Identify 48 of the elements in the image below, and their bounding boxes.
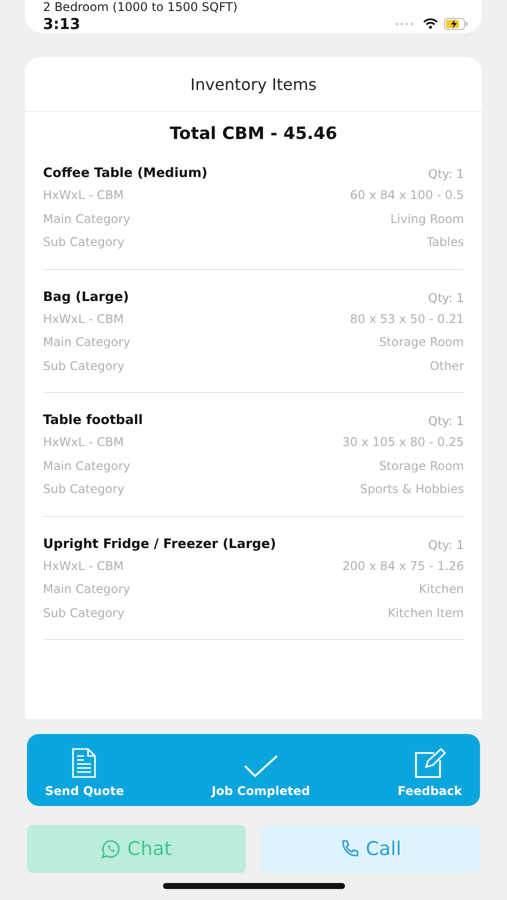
action-button[interactable]: Send Quote <box>35 734 134 806</box>
detail-value: 30 x 105 x 80 - 0.25 <box>342 434 464 451</box>
quantity-text: Qty: 1 <box>428 538 464 552</box>
detail-label: Main Category <box>43 581 130 598</box>
detail-label: HxWxL - CBM <box>43 434 124 451</box>
item-name: Bag (Large) <box>43 288 129 306</box>
detail-label: Sub Category <box>43 358 124 374</box>
detail-value: Kitchen Item <box>388 604 464 622</box>
edit-icon <box>414 748 446 778</box>
quantity-text: Qty: 1 <box>428 167 464 181</box>
detail-value: Living Room <box>390 210 464 228</box>
detail-label: Sub Category <box>43 604 124 622</box>
document-icon <box>71 748 98 778</box>
chat-button[interactable]: Chat <box>27 825 246 873</box>
detail-value: 200 x 84 x 75 - 1.26 <box>342 558 464 574</box>
wifi-icon <box>423 18 438 29</box>
action-button[interactable]: Job Completed <box>202 734 320 806</box>
detail-value: Kitchen <box>418 581 464 598</box>
detail-value: Sports & Hobbies <box>360 481 464 498</box>
quantity-text: Qty: 1 <box>428 414 464 428</box>
home-size-text: 2 Bedroom (1000 to 1500 SQFT) <box>43 0 239 14</box>
chat-icon <box>101 839 122 859</box>
detail-label: Sub Category <box>43 481 124 498</box>
quantity-text: Qty: 1 <box>428 290 464 304</box>
phone-icon <box>340 839 360 859</box>
battery-icon <box>444 18 468 30</box>
item-name: Upright Fridge / Freezer (Large) <box>43 536 276 554</box>
total-cbm-text: Total CBM - 45.46 <box>168 123 338 146</box>
detail-label: Main Category <box>43 458 130 474</box>
detail-label: Main Category <box>43 334 130 351</box>
detail-value: Storage Room <box>379 458 464 474</box>
call-button[interactable]: Call <box>261 825 480 873</box>
detail-value: 80 x 53 x 50 - 0.21 <box>350 310 464 328</box>
detail-label: HxWxL - CBM <box>43 558 124 574</box>
detail-value: Other <box>430 358 464 374</box>
detail-label: Sub Category <box>43 234 124 251</box>
action-button[interactable]: Feedback <box>388 734 472 806</box>
detail-label: HxWxL - CBM <box>43 310 124 328</box>
item-name: Coffee Table (Medium) <box>43 165 208 183</box>
detail-label: HxWxL - CBM <box>43 187 124 204</box>
detail-value: Tables <box>426 234 464 251</box>
detail-value: 60 x 84 x 100 - 0.5 <box>350 187 464 204</box>
detail-value: Storage Room <box>379 334 464 351</box>
checkmark-icon <box>242 754 279 778</box>
section-title: Inventory Items <box>25 57 482 112</box>
item-name: Table football <box>43 412 143 430</box>
detail-label: Main Category <box>43 210 130 228</box>
status-time: 3:13 <box>43 14 80 32</box>
